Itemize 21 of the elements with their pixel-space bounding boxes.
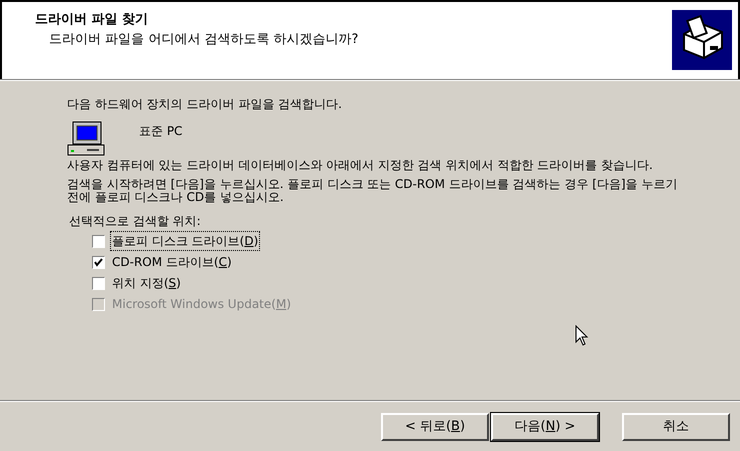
checkbox-label: Microsoft Windows Update(M) xyxy=(111,296,292,313)
hardware-wizard-icon xyxy=(672,10,732,70)
options-label: 선택적으로 검색할 위치: xyxy=(69,213,202,230)
checkbox-label: CD-ROM 드라이브(C) xyxy=(111,254,233,271)
checkmark-icon xyxy=(94,258,103,266)
checkbox[interactable] xyxy=(92,234,105,248)
mouse-cursor-icon xyxy=(575,325,589,347)
wizard-button[interactable]: 다음(N) > xyxy=(491,412,599,440)
description-paragraph: 검색을 시작하려면 [다음]을 누르십시오. 플로피 디스크 또는 CD-ROM 드라이브를 검색하는 경우 [다음]을 누르기 전에 플로피 디스크나 CD를 넣으십시오. xyxy=(67,178,678,204)
intro-text: 다음 하드웨어 장치의 드라이버 파일을 검색합니다. xyxy=(67,96,343,113)
device-name: 표준 PC xyxy=(139,123,182,140)
wizard-button[interactable]: 취소 xyxy=(622,412,730,440)
computer-icon xyxy=(67,121,105,157)
checkbox-label: 위치 지정(S) xyxy=(111,275,182,292)
header-subtitle: 드라이버 파일을 어디에서 검색하도록 하시겠습니까? xyxy=(48,30,358,48)
checkbox[interactable] xyxy=(92,256,105,268)
checkbox-label: 플로피 디스크 드라이브(D) xyxy=(111,232,260,250)
header-title: 드라이버 파일 찾기 xyxy=(35,11,150,29)
description-paragraph: 사용자 컴퓨터에 있는 드라이버 데이터베이스와 아래에서 지정한 검색 위치에서 적합한 드라이버를 찾습니다. xyxy=(67,159,654,172)
wizard-button[interactable]: < 뒤로(B) xyxy=(381,412,489,440)
checkbox[interactable] xyxy=(92,276,105,290)
